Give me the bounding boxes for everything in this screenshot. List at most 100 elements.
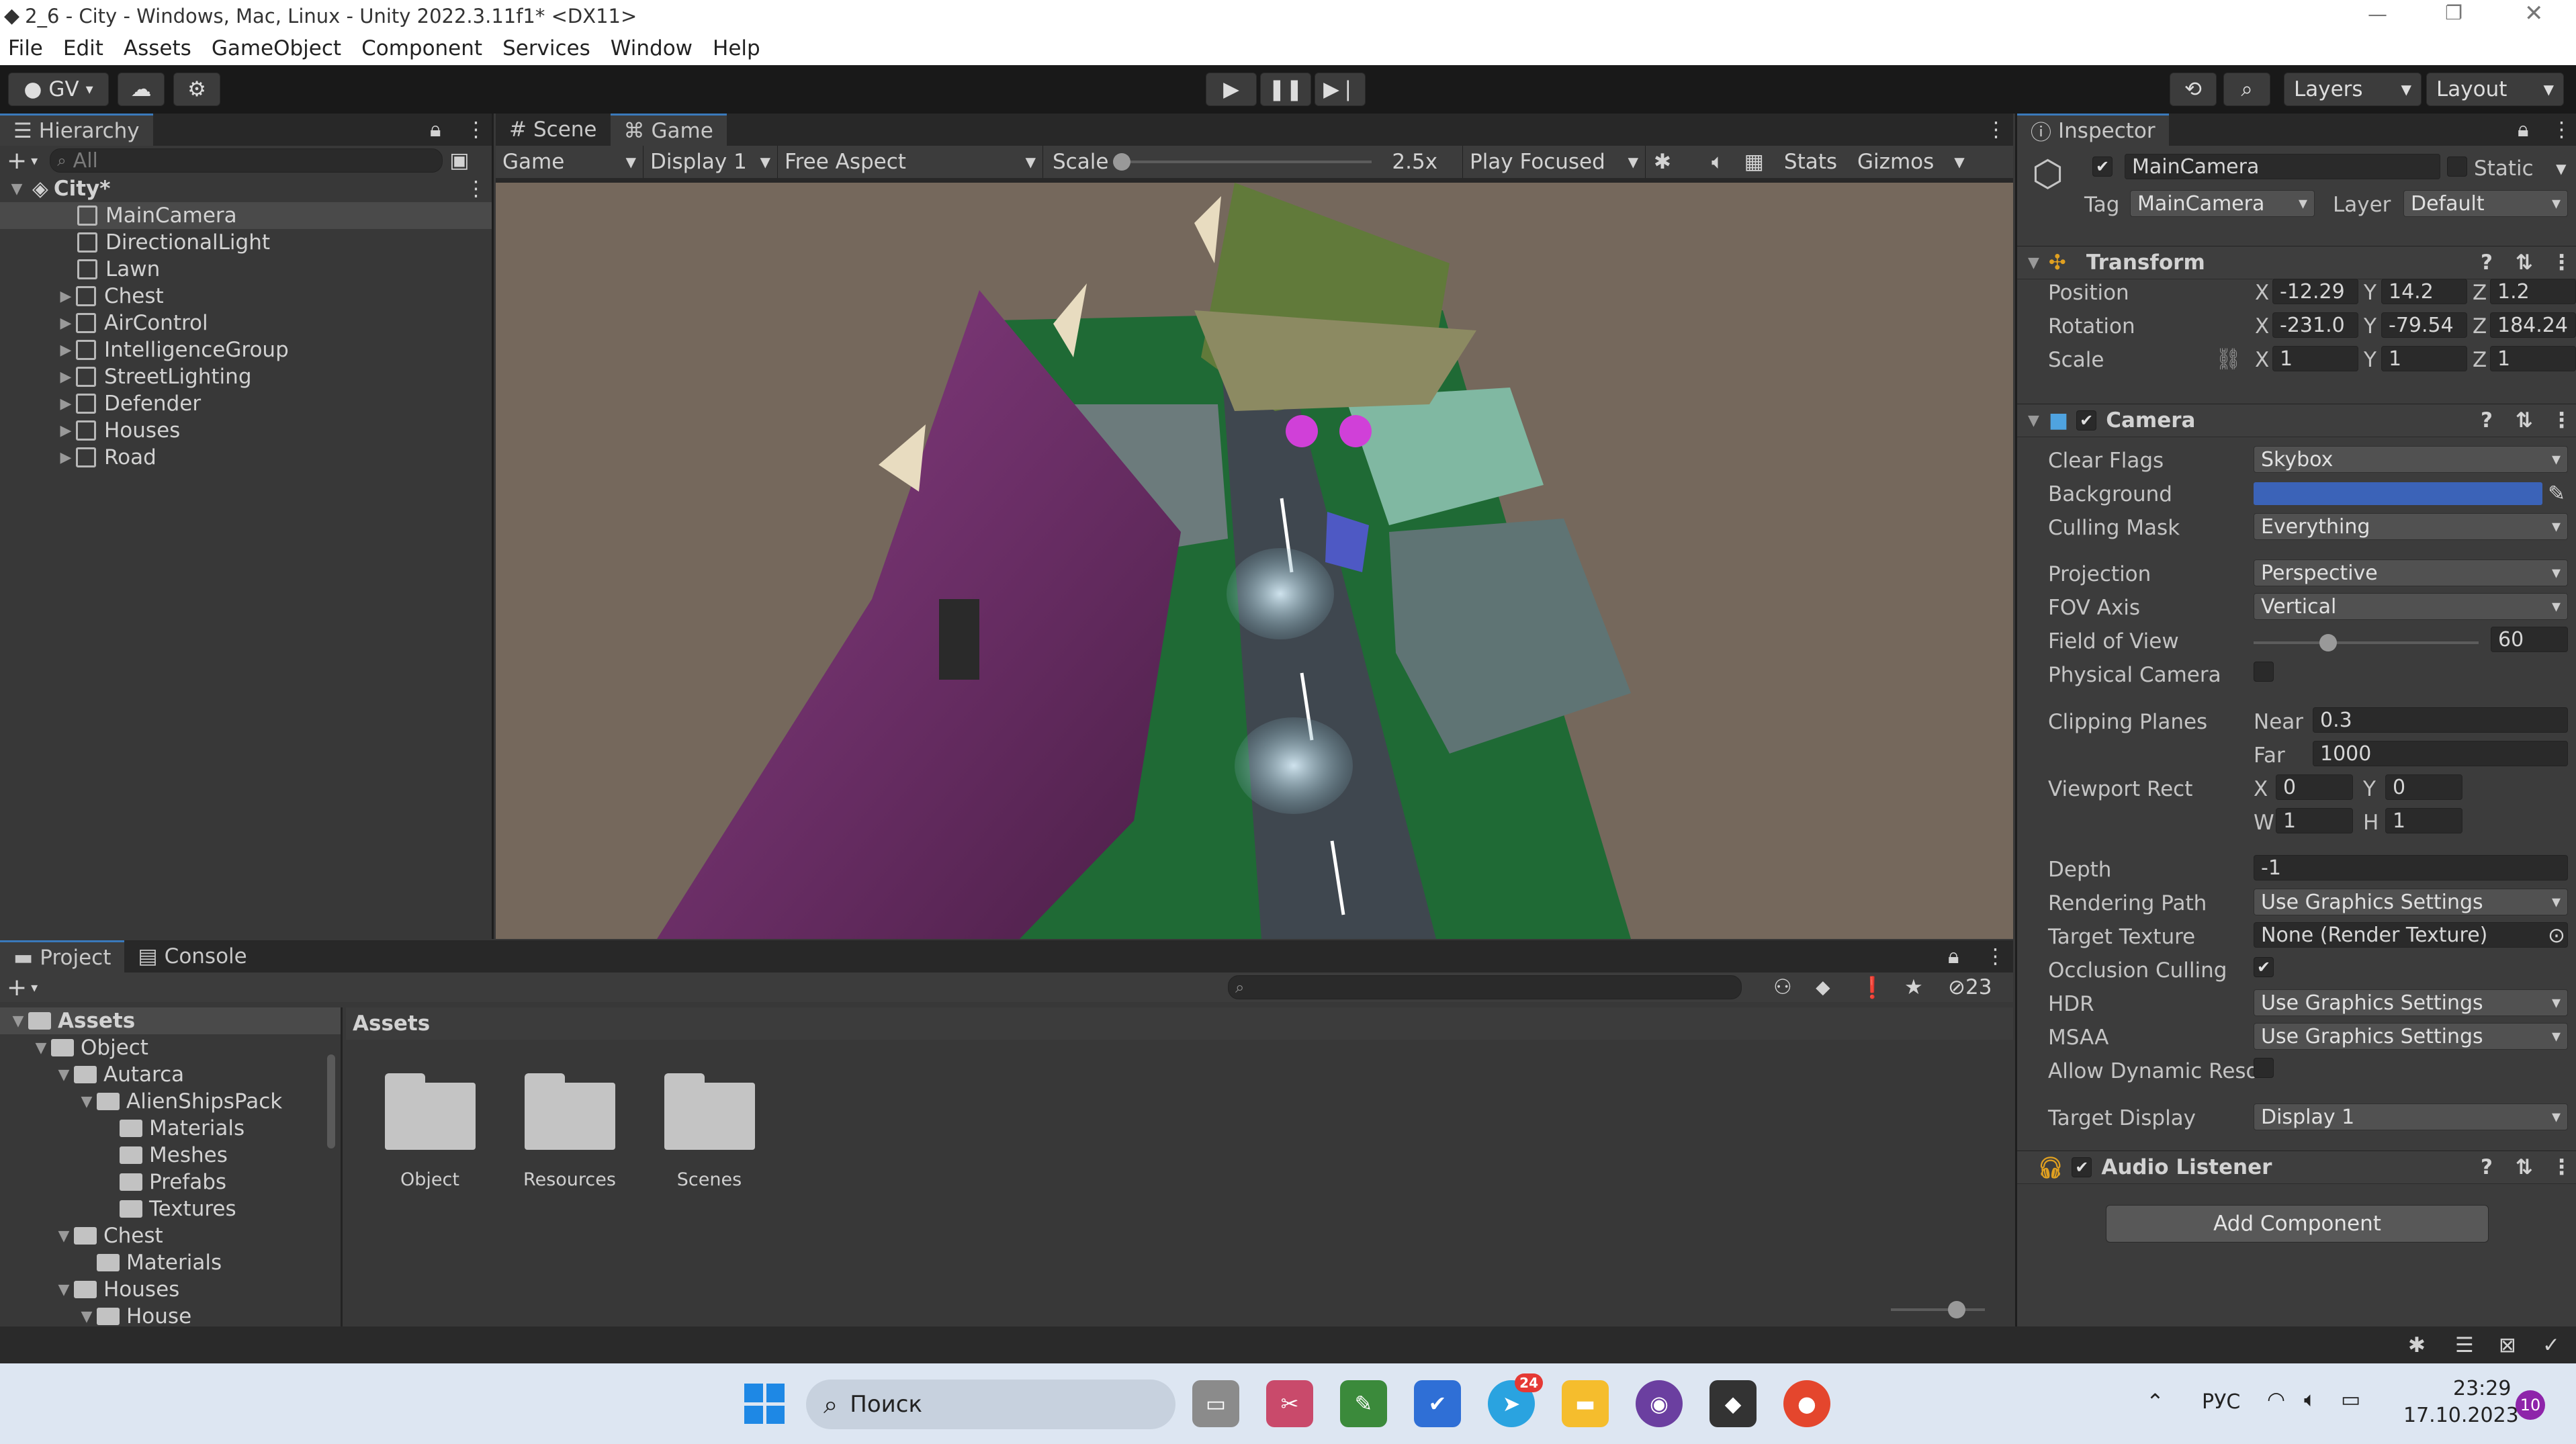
expand-arrow-icon[interactable]: ▼	[54, 1067, 74, 1083]
lock-icon[interactable]: 🔒︎	[430, 118, 441, 142]
target-display-dropdown[interactable]: Display 1	[2254, 1103, 2568, 1130]
start-windows-icon[interactable]	[744, 1384, 785, 1424]
history-button[interactable]: ⟲	[2170, 73, 2217, 106]
audio-listener-header[interactable]: 🎧︎ ✔ Audio Listener ? ⇅ ⋮	[2017, 1150, 2576, 1184]
expand-arrow-icon[interactable]: ▶	[56, 422, 76, 439]
hierarchy-item[interactable]: ▶ StreetLighting	[0, 363, 492, 390]
fov-slider[interactable]	[2254, 634, 2479, 651]
viewport-w-input[interactable]: 1	[2276, 808, 2353, 833]
help-icon[interactable]: ?	[2481, 251, 2493, 275]
cache-icon[interactable]: ☰	[2455, 1333, 2474, 1357]
object-picker-icon[interactable]: ⊙	[2548, 923, 2565, 948]
breadcrumb-assets[interactable]: Assets	[353, 1011, 430, 1036]
status-check-icon[interactable]: ✓	[2542, 1333, 2560, 1357]
cloud-button[interactable]: ☁	[118, 73, 165, 106]
maximize-icon[interactable]: ❐	[2445, 1, 2462, 24]
target-texture-field[interactable]: None (Render Texture)	[2254, 922, 2568, 948]
expand-arrow-icon[interactable]: ▼	[77, 1308, 97, 1325]
more-icon[interactable]: ⋮	[2551, 408, 2572, 433]
more-icon[interactable]: ⋮	[1985, 944, 2006, 968]
game-render[interactable]	[496, 183, 2013, 939]
close-icon[interactable]: ✕	[2524, 0, 2544, 27]
project-tree-item[interactable]: Textures	[0, 1195, 341, 1222]
fov-input[interactable]: 60	[2491, 627, 2568, 652]
snipping-tool-icon[interactable]: ✂	[1266, 1380, 1313, 1427]
hierarchy-item[interactable]: ▶ Chest	[0, 283, 492, 310]
more-icon[interactable]: ⋮	[465, 177, 486, 201]
bug-icon[interactable]: ✱	[1654, 150, 1671, 174]
tree-scrollbar[interactable]	[327, 1054, 335, 1148]
project-search-input[interactable]: ⌕	[1228, 975, 1742, 999]
transform-rotation-z-input[interactable]: 184.24	[2490, 312, 2576, 338]
volume-icon[interactable]: 🔈︎	[2304, 1388, 2317, 1412]
step-button[interactable]: ▶❘	[1315, 73, 1366, 106]
expand-arrow-icon[interactable]: ▼	[31, 1040, 51, 1056]
hdr-dropdown[interactable]: Use Graphics Settings	[2254, 989, 2568, 1016]
scale-slider[interactable]	[1113, 153, 1372, 171]
asset-zoom-thumb[interactable]	[1948, 1301, 1965, 1318]
notepad-icon[interactable]: ✎	[1340, 1380, 1387, 1427]
preset-icon[interactable]: ⇅	[2516, 1155, 2533, 1179]
project-tree-item[interactable]: ▼ Houses	[0, 1276, 341, 1303]
menu-component[interactable]: Component	[361, 36, 482, 60]
gizmos-button[interactable]: Gizmos	[1857, 150, 1934, 174]
battery-icon[interactable]: ▭	[2341, 1388, 2360, 1412]
notification-badge[interactable]: 10	[2516, 1390, 2545, 1420]
tab-scene[interactable]: # Scene	[496, 114, 611, 146]
chevron-down-icon[interactable]: ▾	[2556, 156, 2567, 181]
preset-icon[interactable]: ⇅	[2516, 251, 2533, 275]
asset-folder[interactable]: Scenes	[662, 1073, 756, 1295]
menu-gameobject[interactable]: GameObject	[212, 36, 341, 60]
help-icon[interactable]: ?	[2481, 1155, 2493, 1179]
todo-icon[interactable]: ✔	[1414, 1380, 1461, 1427]
menu-edit[interactable]: Edit	[63, 36, 103, 60]
tab-game[interactable]: ⌘ Game	[610, 114, 727, 146]
expand-arrow-icon[interactable]: ▼	[54, 1228, 74, 1245]
preset-icon[interactable]: ⇅	[2516, 408, 2533, 433]
transform-scale-x-input[interactable]: 1	[2272, 346, 2358, 371]
github-icon[interactable]: ◉	[1636, 1380, 1683, 1427]
play-mode-dropdown[interactable]: Play Focused ▾	[1463, 146, 1646, 178]
hierarchy-item[interactable]: ▶ Road	[0, 444, 492, 471]
project-tree-item[interactable]: Materials	[0, 1249, 341, 1276]
search-button[interactable]: ⌕	[2223, 73, 2270, 106]
more-icon[interactable]: ⋮	[1986, 118, 2006, 142]
transform-position-y-input[interactable]: 14.2	[2381, 279, 2467, 304]
minimize-icon[interactable]: —	[2368, 3, 2387, 26]
scene-filter-icon[interactable]: ▣	[449, 148, 469, 173]
culling-mask-dropdown[interactable]: Everything	[2254, 513, 2568, 540]
far-input[interactable]: 1000	[2313, 741, 2568, 766]
fov-axis-dropdown[interactable]: Vertical	[2254, 593, 2568, 620]
asset-folder[interactable]: Resources	[523, 1073, 617, 1295]
project-tree-item[interactable]: Prefabs	[0, 1169, 341, 1195]
transform-position-z-input[interactable]: 1.2	[2490, 279, 2576, 304]
transform-rotation-x-input[interactable]: -231.0	[2272, 312, 2358, 338]
expand-arrow-icon[interactable]: ▼	[77, 1093, 97, 1110]
layout-dropdown[interactable]: Layout ▾	[2426, 73, 2564, 106]
menu-window[interactable]: Window	[611, 36, 693, 60]
viewport-x-input[interactable]: 0	[2276, 774, 2353, 800]
pause-button[interactable]: ❚❚	[1260, 73, 1311, 106]
play-button[interactable]: ▶	[1206, 73, 1257, 106]
taskbar-search[interactable]: ⌕ Поиск	[806, 1380, 1175, 1429]
network-icon[interactable]: ⊠	[2499, 1333, 2516, 1357]
expand-arrow-icon[interactable]: ▼	[8, 1013, 28, 1030]
collab-button[interactable]: ⚙	[173, 73, 220, 106]
game-mode-dropdown[interactable]: Game ▾	[496, 146, 643, 178]
task-view-icon[interactable]: ▭	[1192, 1380, 1239, 1427]
asset-folder[interactable]: Object	[383, 1073, 477, 1295]
project-tree-item[interactable]: Materials	[0, 1115, 341, 1142]
aspect-dropdown[interactable]: Free Aspect ▾	[778, 146, 1043, 178]
add-icon[interactable]: +	[7, 147, 27, 175]
project-tree-item[interactable]: Meshes	[0, 1142, 341, 1169]
project-tree-item[interactable]: ▼ Autarca	[0, 1061, 341, 1088]
hierarchy-item[interactable]: ▶ Houses	[0, 417, 492, 444]
camera-header[interactable]: ▼ ■ ✔ Camera ? ⇅ ⋮	[2017, 404, 2576, 437]
grid-icon[interactable]: ▦	[1744, 150, 1764, 174]
background-color-swatch[interactable]	[2254, 482, 2542, 505]
telegram-icon[interactable]: ➤ 24	[1488, 1373, 1543, 1427]
more-icon[interactable]: ⋮	[2551, 118, 2572, 142]
lock-icon[interactable]: 🔒︎	[1948, 944, 1959, 969]
warning-icon[interactable]: ❗	[1859, 975, 1885, 1000]
tab-inspector[interactable]: ⓘ Inspector	[2017, 114, 2169, 146]
